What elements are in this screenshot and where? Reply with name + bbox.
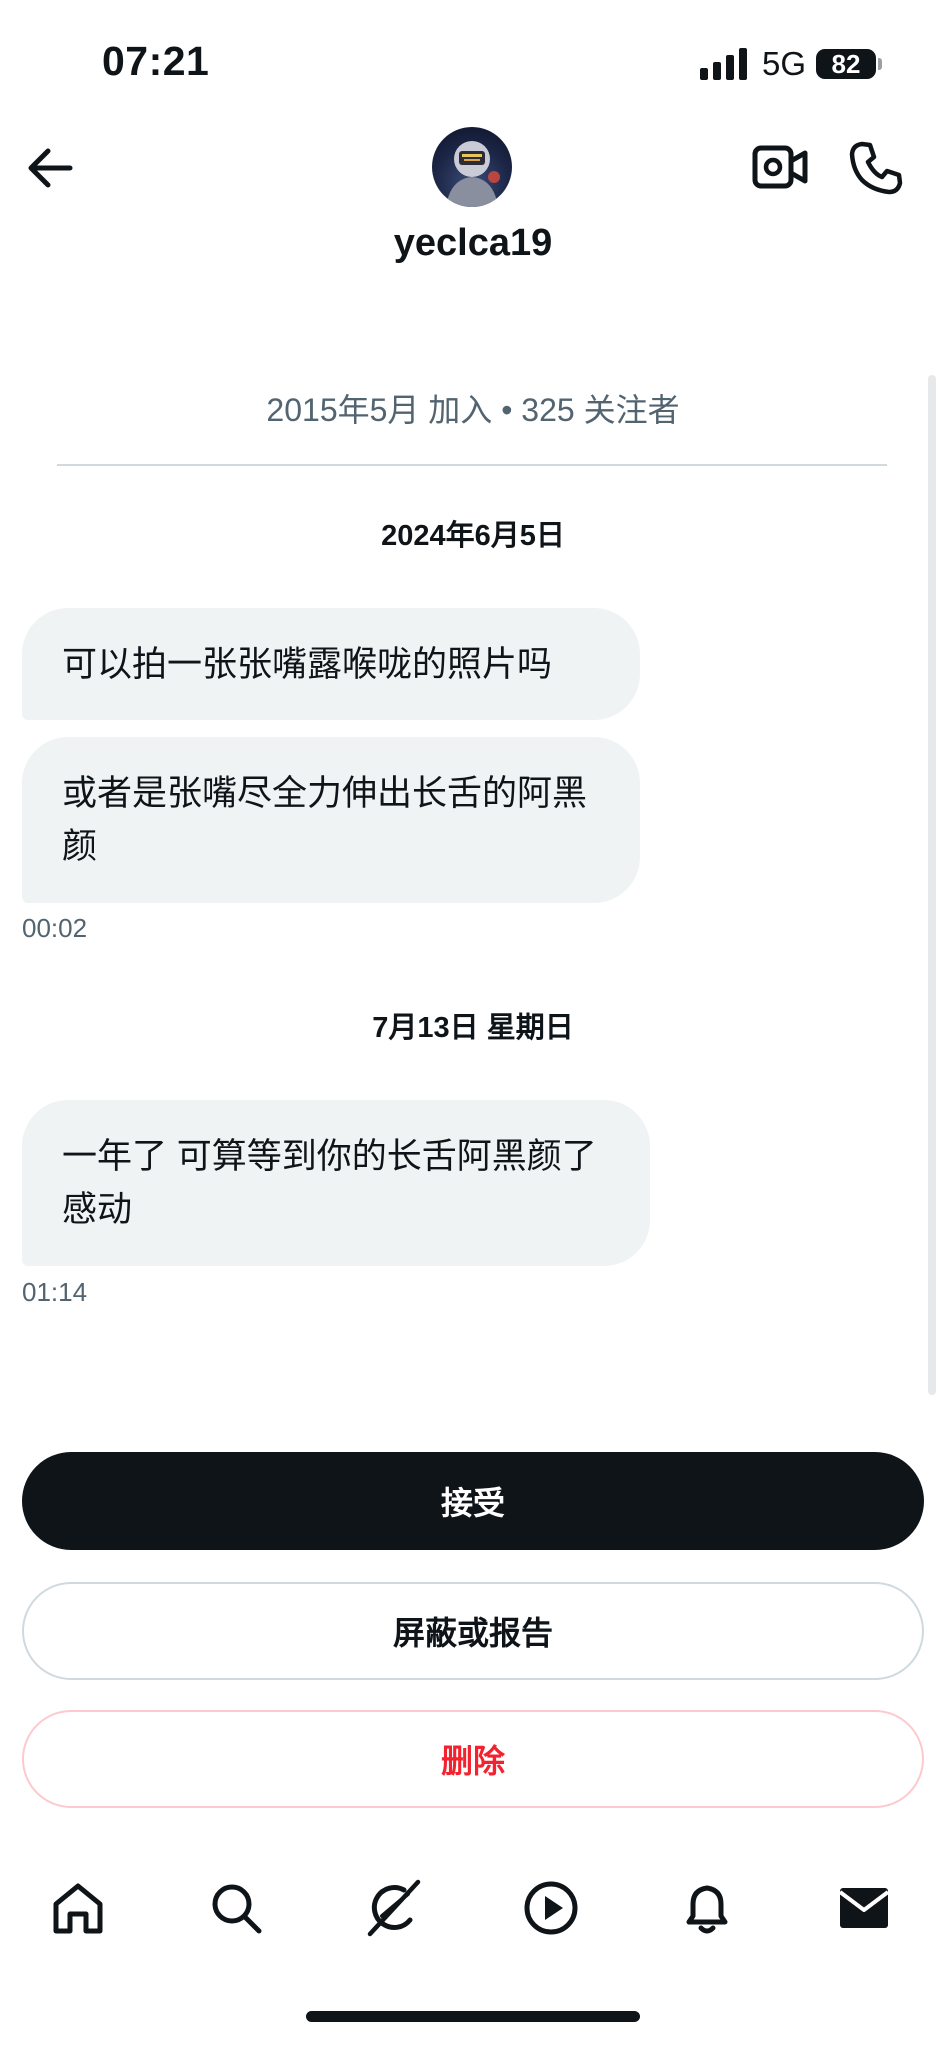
- battery-level: 82: [831, 48, 861, 79]
- battery-icon: 82: [816, 49, 876, 79]
- date-separator: 7月13日 星期日: [372, 1012, 574, 1044]
- nav-notifications[interactable]: [669, 1870, 745, 1946]
- phone-icon: [849, 141, 903, 195]
- message-text: 一年了 可算等到你的长舌阿黑颜了 感动: [62, 1137, 597, 1229]
- video-call-button[interactable]: [752, 142, 808, 192]
- cellular-signal-icon: [699, 48, 752, 80]
- message-bubble[interactable]: 可以拍一张张嘴露喉咙的照片吗: [22, 608, 640, 720]
- nav-messages[interactable]: [826, 1870, 902, 1946]
- message-text: 可以拍一张张嘴露喉咙的照片吗: [62, 645, 553, 684]
- date-separator: 2024年6月5日: [381, 520, 565, 552]
- accept-button[interactable]: 接受: [22, 1452, 924, 1550]
- screen: 07:21 5G 82 yeclca19 2015年5月 加入 • 325 关注…: [0, 0, 946, 2048]
- mail-icon: [838, 1888, 890, 1928]
- status-indicators: 5G 82: [699, 44, 882, 84]
- nav-home[interactable]: [40, 1870, 116, 1946]
- block-or-report-button[interactable]: 屏蔽或报告: [22, 1582, 924, 1680]
- message-time: 00:02: [22, 913, 88, 943]
- message-text: 或者是张嘴尽全力伸出长舌的阿黑颜: [62, 774, 588, 866]
- nav-grok[interactable]: [356, 1870, 432, 1946]
- arrow-left-icon: [28, 148, 73, 188]
- battery-tip: [878, 58, 882, 70]
- divider: [57, 464, 887, 466]
- username[interactable]: yeclca19: [0, 222, 946, 265]
- network-type: 5G: [761, 45, 806, 82]
- message-bubble[interactable]: 或者是张嘴尽全力伸出长舌的阿黑颜: [22, 737, 640, 903]
- video-camera-icon: [752, 145, 808, 189]
- grok-icon: [367, 1879, 421, 1937]
- home-icon: [53, 1883, 103, 1934]
- play-icon: [524, 1881, 578, 1935]
- nav-video[interactable]: [513, 1870, 589, 1946]
- bell-icon: [686, 1885, 728, 1934]
- avatar[interactable]: [432, 127, 512, 207]
- delete-button[interactable]: 删除: [22, 1710, 924, 1808]
- bottom-nav: [0, 1870, 946, 1946]
- home-indicator[interactable]: [306, 2011, 640, 2022]
- voice-call-button[interactable]: [848, 140, 904, 196]
- message-time: 01:14: [22, 1277, 88, 1307]
- profile-info: 2015年5月 加入 • 325 关注者: [266, 392, 680, 428]
- message-bubble[interactable]: 一年了 可算等到你的长舌阿黑颜了 感动: [22, 1100, 650, 1266]
- avatar-image: [446, 141, 500, 207]
- search-icon: [212, 1884, 262, 1934]
- nav-search[interactable]: [198, 1870, 274, 1946]
- status-time: 07:21: [102, 38, 210, 84]
- back-button[interactable]: [22, 140, 78, 196]
